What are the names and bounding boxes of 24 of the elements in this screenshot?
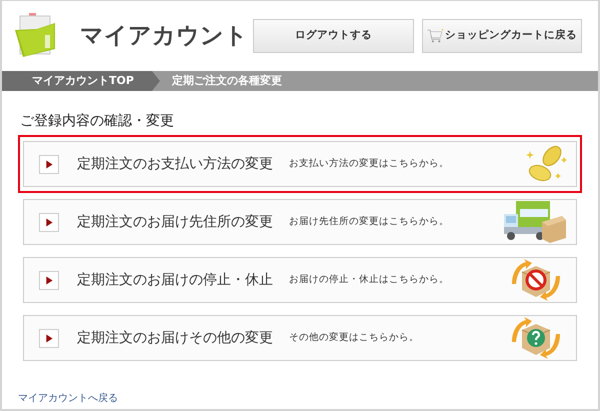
menu-title: 定期注文のお届けの停止・休止 [77,270,273,290]
menu-title: 定期注文のお支払い方法の変更 [77,154,273,174]
menu-title: 定期注文のお届け先住所の変更 [77,212,273,232]
menu-item[interactable]: 定期注文のお届け先住所の変更 お届け先住所の変更はこちらから。 [23,199,577,245]
menu-title: 定期注文のお届けその他の変更 [77,328,273,348]
menu-description: お届け先住所の変更はこちらから。 [289,214,449,229]
logout-button[interactable]: ログアウトする [253,19,414,53]
play-icon [39,270,59,290]
menu-item[interactable]: 定期注文のお届けの停止・休止 お届けの停止・休止はこちらから。 [23,257,577,303]
section-heading: ご登録内容の確認・変更 [20,112,175,131]
menu-description: その他の変更はこちらから。 [289,330,419,345]
back-link[interactable]: マイアカウントへ戻る [18,391,118,406]
menu-item[interactable]: 定期注文のお届けその他の変更 その他の変更はこちらから。 [23,315,577,361]
play-icon [39,328,59,348]
breadcrumb-current: 定期ご注文の各種変更 [170,73,283,89]
play-icon [39,154,59,174]
menu-description: お届けの停止・休止はこちらから。 [289,272,449,287]
breadcrumb-link[interactable]: マイアカウントTOP [2,71,160,91]
title-text: マイアカウント [80,22,248,51]
menu-description: お支払い方法の変更はこちらから。 [289,156,449,171]
cart-button[interactable]: ショッピングカートに戻る [422,19,582,53]
play-icon [39,212,59,232]
truck-icon [502,200,568,244]
menu-item[interactable]: 定期注文のお支払い方法の変更 お支払い方法の変更はこちらから。 [23,141,577,187]
